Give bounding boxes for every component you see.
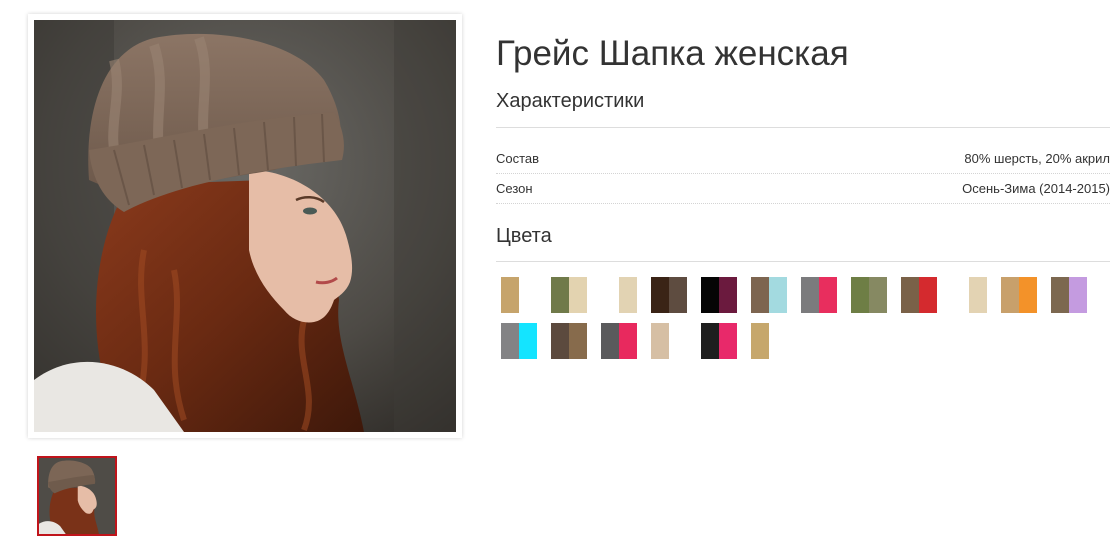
- swatch-color: [769, 323, 787, 359]
- spec-label: Состав: [496, 151, 540, 166]
- swatch-color: [819, 277, 837, 313]
- swatch-color: [519, 277, 537, 313]
- product-thumbnail-image: [39, 458, 115, 534]
- spec-value: Осень-Зима (2014-2015): [962, 181, 1110, 196]
- color-swatch[interactable]: [1051, 277, 1087, 313]
- swatch-color: [701, 323, 719, 359]
- specs-heading: Характеристики: [496, 90, 645, 112]
- swatch-color: [869, 277, 887, 313]
- color-swatch[interactable]: [901, 277, 937, 313]
- swatch-color: [569, 323, 587, 359]
- swatch-color: [669, 323, 687, 359]
- swatch-color: [601, 277, 619, 313]
- swatch-color: [751, 277, 769, 313]
- divider: [496, 261, 1110, 262]
- swatch-color: [569, 277, 587, 313]
- product-photo-image: [34, 20, 456, 432]
- swatch-color: [501, 323, 519, 359]
- color-swatch[interactable]: [551, 323, 587, 359]
- swatch-color: [651, 277, 669, 313]
- swatch-color: [919, 277, 937, 313]
- swatch-color: [619, 323, 637, 359]
- swatch-color: [851, 277, 869, 313]
- swatch-color: [601, 323, 619, 359]
- color-swatch[interactable]: [751, 323, 787, 359]
- swatch-color: [551, 323, 569, 359]
- swatch-color: [951, 277, 969, 313]
- swatch-color: [669, 277, 687, 313]
- color-swatch[interactable]: [601, 277, 637, 313]
- spec-row-composition: Состав 80% шерсть, 20% акрил: [496, 145, 1110, 174]
- swatch-color: [701, 277, 719, 313]
- color-swatch[interactable]: [501, 323, 537, 359]
- product-photo: [28, 14, 462, 438]
- swatch-color: [551, 277, 569, 313]
- spec-value: 80% шерсть, 20% акрил: [964, 151, 1110, 166]
- spec-label: Сезон: [496, 181, 533, 196]
- color-swatch[interactable]: [951, 277, 987, 313]
- color-swatch[interactable]: [651, 323, 687, 359]
- swatch-color: [1019, 277, 1037, 313]
- swatch-color: [501, 277, 519, 313]
- swatch-color: [519, 323, 537, 359]
- color-swatch[interactable]: [701, 323, 737, 359]
- swatch-color: [801, 277, 819, 313]
- color-swatch[interactable]: [1001, 277, 1037, 313]
- color-swatch[interactable]: [651, 277, 687, 313]
- swatch-color: [751, 323, 769, 359]
- swatch-color: [619, 277, 637, 313]
- swatch-color: [719, 277, 737, 313]
- swatch-color: [769, 277, 787, 313]
- color-swatch[interactable]: [501, 277, 537, 313]
- divider: [496, 127, 1110, 128]
- product-thumbnail[interactable]: [37, 456, 117, 536]
- product-title: Грейс Шапка женская: [496, 34, 849, 73]
- color-swatch[interactable]: [601, 323, 637, 359]
- color-swatch[interactable]: [751, 277, 787, 313]
- colors-heading: Цвета: [496, 225, 552, 247]
- swatch-color: [719, 323, 737, 359]
- swatch-color: [1001, 277, 1019, 313]
- color-swatch[interactable]: [701, 277, 737, 313]
- swatch-color: [969, 277, 987, 313]
- swatch-color: [901, 277, 919, 313]
- swatch-color: [1069, 277, 1087, 313]
- swatch-color: [1051, 277, 1069, 313]
- color-swatch[interactable]: [551, 277, 587, 313]
- swatch-color: [651, 323, 669, 359]
- color-swatch[interactable]: [851, 277, 887, 313]
- spec-row-season: Сезон Осень-Зима (2014-2015): [496, 175, 1110, 204]
- color-swatch[interactable]: [801, 277, 837, 313]
